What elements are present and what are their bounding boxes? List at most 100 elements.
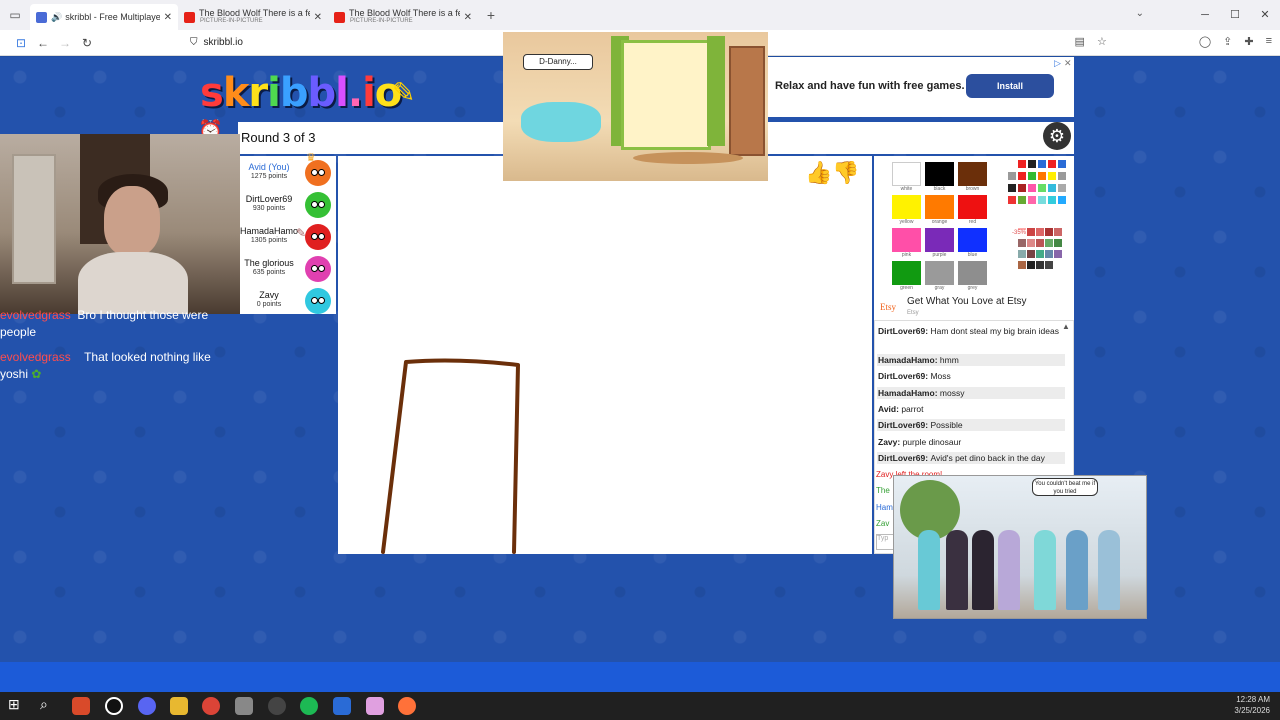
mini-color-swatch[interactable] xyxy=(1045,239,1053,247)
tab-skribbl[interactable]: 🔊 skribbl - Free Multiplayer D ✕ xyxy=(30,4,178,30)
color-swatch-brown[interactable] xyxy=(958,162,987,186)
mini-color-swatch[interactable] xyxy=(1054,228,1062,236)
color-swatch-pink[interactable] xyxy=(892,228,921,252)
color-swatch-grey[interactable] xyxy=(958,261,987,285)
spotify-icon[interactable] xyxy=(300,697,318,715)
mini-color-swatch[interactable] xyxy=(1038,196,1046,204)
mini-color-swatch[interactable] xyxy=(1018,196,1026,204)
taskbar-app-icon[interactable] xyxy=(333,697,351,715)
mini-color-swatch[interactable] xyxy=(1028,184,1036,192)
mini-color-swatch[interactable] xyxy=(1018,250,1026,258)
reload-icon[interactable]: ↻ xyxy=(76,36,98,50)
extensions-icon[interactable]: ⇪ xyxy=(1223,35,1232,48)
menu-icon[interactable]: ≡ xyxy=(1266,35,1272,48)
mini-color-swatch[interactable] xyxy=(1036,261,1044,269)
color-swatch-white[interactable] xyxy=(892,162,921,186)
minimize-icon[interactable]: ─ xyxy=(1190,0,1220,30)
mini-color-swatch[interactable] xyxy=(1054,250,1062,258)
thumbs-up-icon[interactable]: 👍 xyxy=(805,160,832,185)
install-button[interactable]: Install xyxy=(966,74,1054,98)
mini-color-swatch[interactable] xyxy=(1048,196,1056,204)
mini-color-swatch[interactable] xyxy=(1048,172,1056,180)
puzzle-icon[interactable]: ✚ xyxy=(1244,35,1253,48)
mini-color-swatch[interactable] xyxy=(1058,160,1066,168)
mini-color-swatch[interactable] xyxy=(1018,172,1026,180)
mini-color-swatch[interactable] xyxy=(1008,184,1016,192)
mini-color-swatch[interactable] xyxy=(1058,172,1066,180)
color-swatch-orange[interactable] xyxy=(925,195,954,219)
player-row[interactable]: DirtLover69 930 points xyxy=(238,190,336,222)
maximize-icon[interactable]: ☐ xyxy=(1220,0,1250,30)
obs-icon[interactable] xyxy=(268,697,286,715)
mini-color-swatch[interactable] xyxy=(1027,261,1035,269)
mini-color-swatch[interactable] xyxy=(1048,160,1056,168)
mini-color-swatch[interactable] xyxy=(1028,196,1036,204)
color-swatch-blue[interactable] xyxy=(958,228,987,252)
settings-gear-icon[interactable]: ⚙ xyxy=(1043,122,1071,150)
mini-color-swatch[interactable] xyxy=(1038,160,1046,168)
back-icon[interactable]: ← xyxy=(32,36,54,50)
speaker-icon[interactable]: 🔊 xyxy=(51,12,62,23)
taskbar-app-icon[interactable] xyxy=(366,697,384,715)
forward-icon[interactable]: → xyxy=(54,36,76,50)
tab-video-2[interactable]: The Blood Wolf There is a few sc PICTURE… xyxy=(328,4,478,30)
file-explorer-icon[interactable] xyxy=(170,697,188,715)
mini-color-swatch[interactable] xyxy=(1058,196,1066,204)
mini-color-swatch[interactable] xyxy=(1018,160,1026,168)
account-icon[interactable]: ◯ xyxy=(1199,35,1211,48)
mini-color-swatch[interactable] xyxy=(1027,239,1035,247)
firefox-icon[interactable] xyxy=(398,697,416,715)
player-row[interactable]: HamadaHamo 1305 points ✎ xyxy=(238,222,336,254)
mini-color-swatch[interactable] xyxy=(1048,184,1056,192)
taskbar-app-icon[interactable] xyxy=(105,697,123,715)
color-swatch-purple[interactable] xyxy=(925,228,954,252)
mini-color-swatch[interactable] xyxy=(1027,250,1035,258)
tab-overflow-icon[interactable]: ⌄ xyxy=(1136,8,1144,19)
new-tab-button[interactable]: + xyxy=(478,7,504,23)
mini-color-swatch[interactable] xyxy=(1008,196,1016,204)
ad-close-icon[interactable]: ✕ xyxy=(1064,58,1072,69)
mini-color-swatch[interactable] xyxy=(1045,228,1053,236)
color-swatch-green[interactable] xyxy=(892,261,921,285)
mini-color-swatch[interactable] xyxy=(1054,239,1062,247)
mini-color-swatch[interactable] xyxy=(1018,261,1026,269)
ad-choices-icon[interactable]: ▷ xyxy=(1054,58,1061,69)
mini-color-swatch[interactable] xyxy=(1036,228,1044,236)
mini-color-swatch[interactable] xyxy=(1038,184,1046,192)
close-tab-icon[interactable]: ✕ xyxy=(314,12,322,23)
video-ad[interactable]: D-Danny... xyxy=(503,32,768,181)
mini-color-swatch[interactable] xyxy=(1045,261,1053,269)
tab-video-1[interactable]: The Blood Wolf There is a few sc PICTURE… xyxy=(178,4,328,30)
color-swatch-yellow[interactable] xyxy=(892,195,921,219)
taskbar-app-icon[interactable] xyxy=(235,697,253,715)
mini-color-swatch[interactable] xyxy=(1008,172,1016,180)
player-row[interactable]: Avid (You) 1275 points ♛ xyxy=(238,152,336,190)
reader-icon[interactable]: ▤ xyxy=(1075,35,1085,48)
search-icon[interactable]: ⌕ xyxy=(40,696,48,713)
thumbs-down-icon[interactable]: 👎 xyxy=(832,160,859,185)
mini-color-swatch[interactable] xyxy=(1036,239,1044,247)
bookmark-star-icon[interactable]: ☆ xyxy=(1097,35,1107,48)
gacha-video-ad[interactable]: You couldn't beat me if you tried xyxy=(893,475,1147,619)
close-tab-icon[interactable]: ✕ xyxy=(464,12,472,23)
mini-color-swatch[interactable] xyxy=(1038,172,1046,180)
close-window-icon[interactable]: ✕ xyxy=(1250,0,1280,30)
close-tab-icon[interactable]: ✕ xyxy=(164,12,172,23)
taskbar-app-icon[interactable] xyxy=(72,697,90,715)
player-row[interactable]: Zavy 0 points xyxy=(238,286,336,318)
mini-color-swatch[interactable] xyxy=(1018,184,1026,192)
mini-color-swatch[interactable] xyxy=(1027,228,1035,236)
color-swatch-red[interactable] xyxy=(958,195,987,219)
address-bar[interactable]: ⛉ skribbl.io xyxy=(190,37,243,48)
color-swatch-black[interactable] xyxy=(925,162,954,186)
windows-start-icon[interactable]: ⊞ xyxy=(8,696,20,713)
mini-color-swatch[interactable] xyxy=(1008,160,1016,168)
mini-color-swatch[interactable] xyxy=(1054,261,1062,269)
drawing-canvas[interactable] xyxy=(338,156,872,554)
player-row[interactable]: The glorious 635 points xyxy=(238,254,336,286)
chat-scroll-up-icon[interactable]: ▲ xyxy=(1062,322,1070,331)
chrome-icon[interactable] xyxy=(202,697,220,715)
mini-color-swatch[interactable] xyxy=(1036,250,1044,258)
sidebar-icon[interactable]: ⊡ xyxy=(10,36,32,50)
tab-list-icon[interactable]: ▭ xyxy=(0,0,30,30)
